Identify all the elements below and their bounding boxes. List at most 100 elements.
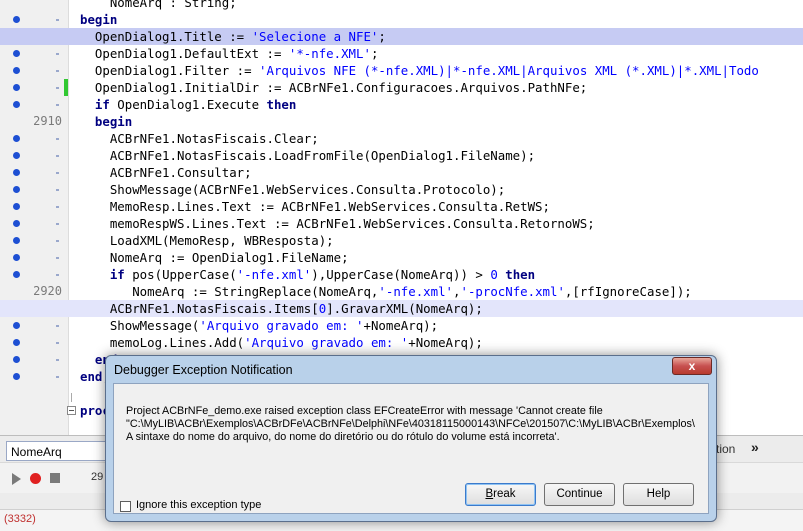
code-token: ACBrNFe1.NotasFiscais.Items[ [80, 301, 319, 316]
code-token: NomeArq := OpenDialog1.FileName; [80, 250, 349, 265]
code-line[interactable]: if OpenDialog1.Execute then [0, 96, 803, 113]
code-line[interactable]: ShowMessage('Arquivo gravado em: '+NomeA… [0, 317, 803, 334]
break-label: reak [493, 488, 516, 500]
code-text: ACBrNFe1.NotasFiscais.Items[0].GravarXML… [80, 300, 483, 317]
code-token: MemoResp.Lines.Text := ACBrNFe1.WebServi… [80, 199, 550, 214]
code-text: ACBrNFe1.NotasFiscais.Clear; [80, 130, 319, 147]
string-literal: 'Arquivos NFE (*-nfe.XML)|*-nfe.XML|Arqu… [259, 63, 759, 78]
record-icon[interactable] [30, 473, 41, 484]
code-text: ShowMessage(ACBrNFe1.WebServices.Consult… [80, 181, 505, 198]
code-token: ACBrNFe1.NotasFiscais.LoadFromFile(OpenD… [80, 148, 536, 163]
string-literal: '*-nfe.XML' [288, 46, 371, 61]
string-literal: 'Arquivo gravado em: ' [244, 335, 409, 350]
code-text: memoLog.Lines.Add('Arquivo gravado em: '… [80, 334, 483, 351]
watch-combo[interactable]: NomeArq [6, 441, 106, 461]
code-token: ACBrNFe1.NotasFiscais.Clear; [80, 131, 319, 146]
code-text: ACBrNFe1.Consultar; [80, 164, 252, 181]
code-token: ].GravarXML(NomeArq); [326, 301, 483, 316]
code-token: OpenDialog1.Execute [109, 97, 267, 112]
code-text: OpenDialog1.Filter := 'Arquivos NFE (*-n… [80, 62, 759, 79]
code-text: if OpenDialog1.Execute then [80, 96, 296, 113]
code-text: NomeArq : String; [80, 0, 237, 11]
keyword: then [505, 267, 536, 282]
code-text: OpenDialog1.Title := 'Selecione a NFE'; [80, 28, 386, 45]
code-line[interactable]: OpenDialog1.DefaultExt := '*-nfe.XML'; [0, 45, 803, 62]
break-accelerator: B [485, 488, 494, 500]
ignore-exception-checkbox[interactable] [120, 501, 131, 512]
code-line[interactable]: memoLog.Lines.Add('Arquivo gravado em: '… [0, 334, 803, 351]
code-line[interactable]: MemoResp.Lines.Text := ACBrNFe1.WebServi… [0, 198, 803, 215]
code-token: NomeArq := StringReplace(NomeArq, [80, 284, 379, 299]
code-token: ShowMessage( [80, 318, 200, 333]
message-line-3: A sintaxe do nome do arquivo, do nome do… [126, 431, 560, 443]
code-text: NomeArq := OpenDialog1.FileName; [80, 249, 349, 266]
more-tabs-icon[interactable]: » [751, 439, 759, 455]
keyword: if [109, 267, 125, 282]
code-token: NomeArq : String; [80, 0, 237, 10]
code-token: +NomeArq); [363, 318, 439, 333]
exception-dialog: Debugger Exception Notification x Projec… [105, 355, 717, 522]
stop-icon[interactable] [50, 473, 60, 483]
code-line[interactable]: OpenDialog1.Filter := 'Arquivos NFE (*-n… [0, 62, 803, 79]
message-line-1: Project ACBrNFe_demo.exe raised exceptio… [126, 405, 603, 417]
code-text: MemoResp.Lines.Text := ACBrNFe1.WebServi… [80, 198, 550, 215]
keyword: begin [94, 114, 133, 129]
string-literal: 'Selecione a NFE' [251, 29, 379, 44]
code-line[interactable]: ACBrNFe1.NotasFiscais.LoadFromFile(OpenD… [0, 147, 803, 164]
toolbar-number: 29 [91, 471, 104, 483]
string-literal: '-nfe.xml' [236, 267, 312, 282]
code-line[interactable]: NomeArq := StringReplace(NomeArq,'-nfe.x… [0, 283, 803, 300]
keyword: begin [80, 12, 118, 27]
code-text: ShowMessage('Arquivo gravado em: '+NomeA… [80, 317, 438, 334]
code-token: +NomeArq); [408, 335, 483, 350]
code-token: OpenDialog1.Title := [80, 29, 252, 44]
code-text: OpenDialog1.DefaultExt := '*-nfe.XML'; [80, 45, 379, 62]
code-token: ,[rfIgnoreCase]); [564, 284, 692, 299]
code-line[interactable]: begin [0, 113, 803, 130]
code-token: memoRespWS.Lines.Text := ACBrNFe1.WebSer… [80, 216, 595, 231]
code-line[interactable]: OpenDialog1.Title := 'Selecione a NFE'; [0, 28, 803, 45]
code-line[interactable]: LoadXML(MemoResp, WBResposta); [0, 232, 803, 249]
code-line[interactable]: ACBrNFe1.NotasFiscais.Clear; [0, 130, 803, 147]
code-text: OpenDialog1.InitialDir := ACBrNFe1.Confi… [80, 79, 587, 96]
keyword: if [94, 97, 110, 112]
ignore-exception-label[interactable]: Ignore this exception type [136, 499, 261, 511]
keyword: end [80, 369, 103, 384]
close-button[interactable]: x [672, 357, 712, 375]
number-literal: 0 [490, 267, 498, 282]
code-text: memoRespWS.Lines.Text := ACBrNFe1.WebSer… [80, 215, 595, 232]
continue-button[interactable]: Continue [544, 483, 615, 506]
code-token: ),UpperCase(NomeArq)) > [311, 267, 491, 282]
code-token: ACBrNFe1.Consultar; [80, 165, 252, 180]
code-text: ACBrNFe1.NotasFiscais.LoadFromFile(OpenD… [80, 147, 535, 164]
break-button[interactable]: Break [465, 483, 536, 506]
fold-toggle-icon[interactable] [67, 406, 76, 415]
help-button[interactable]: Help [623, 483, 694, 506]
keyword: then [266, 97, 297, 112]
code-line[interactable]: NomeArq : String; [0, 0, 803, 11]
string-literal: '-nfe.xml' [378, 284, 454, 299]
code-token: ShowMessage(ACBrNFe1.WebServices.Consult… [80, 182, 506, 197]
play-icon[interactable] [12, 473, 21, 485]
code-line[interactable]: ACBrNFe1.NotasFiscais.Items[0].GravarXML… [0, 300, 803, 317]
code-line[interactable]: NomeArq := OpenDialog1.FileName; [0, 249, 803, 266]
code-line[interactable]: ACBrNFe1.Consultar; [0, 164, 803, 181]
string-literal: '-procNfe.xml' [460, 284, 565, 299]
code-text: begin [80, 11, 117, 28]
code-text: begin [80, 113, 132, 130]
code-token: LoadXML(MemoResp, WBResposta); [80, 233, 334, 248]
exception-message: Project ACBrNFe_demo.exe raised exceptio… [126, 405, 706, 444]
code-line[interactable]: OpenDialog1.InitialDir := ACBrNFe1.Confi… [0, 79, 803, 96]
code-line[interactable]: ShowMessage(ACBrNFe1.WebServices.Consult… [0, 181, 803, 198]
code-text: if pos(UpperCase('-nfe.xml'),UpperCase(N… [80, 266, 535, 283]
code-text: NomeArq := StringReplace(NomeArq,'-nfe.x… [80, 283, 692, 300]
code-line[interactable]: if pos(UpperCase('-nfe.xml'),UpperCase(N… [0, 266, 803, 283]
code-line[interactable]: memoRespWS.Lines.Text := ACBrNFe1.WebSer… [0, 215, 803, 232]
code-line[interactable]: begin [0, 11, 803, 28]
code-token: OpenDialog1.InitialDir := ACBrNFe1.Confi… [80, 80, 588, 95]
fold-guide [71, 393, 72, 402]
